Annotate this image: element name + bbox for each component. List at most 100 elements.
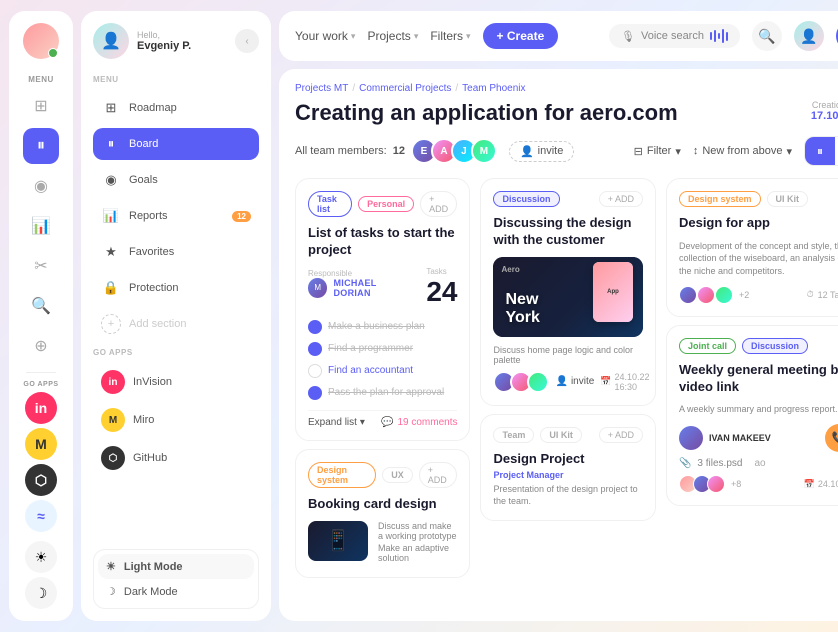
expand-list-btn[interactable]: Expand list ▾ — [308, 417, 365, 428]
mini-icon-grid[interactable]: ⊞ — [23, 88, 59, 124]
sidebar-item-favorites[interactable]: ★ Favorites — [93, 236, 259, 268]
add-tag-btn-2[interactable]: + ADD — [419, 462, 458, 488]
protection-icon: 🔒 — [101, 278, 121, 298]
add-tag-btn[interactable]: + ADD — [420, 191, 457, 217]
sidebar-go-apps-label: GO APPS — [93, 348, 259, 357]
calendar-icon: 📅 — [600, 376, 611, 387]
invite-button[interactable]: 👤 invite — [509, 141, 574, 162]
bar4 — [722, 29, 724, 43]
new-from-chevron: ▾ — [786, 145, 792, 158]
mini-icon-board[interactable]: ⏸ — [23, 128, 59, 164]
add-section-icon: + — [101, 314, 121, 334]
bar2 — [714, 30, 716, 42]
mic-icon: 🎙 — [621, 30, 635, 43]
sidebar-collapse-btn[interactable]: ‹ — [235, 29, 259, 53]
card-tags-1: Task list Personal + ADD — [308, 191, 457, 217]
bar5 — [726, 32, 728, 41]
booking-image: 📱 — [308, 521, 368, 561]
mini-icon-search[interactable]: 🔍 — [23, 288, 59, 324]
task-item-2: Find a programmer — [308, 338, 457, 360]
disc-invite-btn[interactable]: 👤 invite — [555, 376, 594, 387]
voice-search-label: Voice search — [641, 30, 704, 42]
weekly-card: Joint call Discussion Weekly general mee… — [666, 325, 838, 506]
filter-button[interactable]: ⊟ Filter ▾ — [634, 145, 681, 158]
list-view-btn[interactable]: ⏸ — [805, 137, 835, 165]
sidebar-item-reports[interactable]: 📊 Reports 12 — [93, 200, 259, 232]
breadcrumb-commercial[interactable]: Commercial Projects — [359, 83, 451, 94]
mini-app-other[interactable]: ≈ — [25, 500, 57, 532]
create-button[interactable]: + Create — [483, 23, 559, 49]
files-row: 📎 3 files.psd ao — [679, 458, 838, 469]
add-tag-dp[interactable]: + ADD — [599, 427, 643, 443]
sidebar-item-roadmap[interactable]: ⊞ Roadmap — [93, 92, 259, 124]
booking-desc1: Discuss and make a working prototype — [378, 521, 457, 541]
mini-app-invision[interactable]: in — [25, 392, 57, 424]
task-check-2 — [308, 342, 322, 356]
invision-icon: in — [101, 370, 125, 394]
mini-app-miro[interactable]: M — [25, 428, 57, 460]
task-item-3: Find an accountant — [308, 360, 457, 382]
add-tag-disc[interactable]: + ADD — [599, 191, 643, 207]
mini-icon-add[interactable]: ⊕ — [23, 328, 59, 364]
nav-projects[interactable]: Projects ▾ — [367, 29, 418, 43]
goals-icon: ◉ — [101, 170, 121, 190]
sidebar-app-github[interactable]: ⬡ GitHub — [93, 441, 259, 475]
expand-row: Expand list ▾ 💬 19 comments — [308, 410, 457, 428]
view-toggle: ⏸ ⊞ — [804, 136, 838, 166]
new-from-label: New from above — [702, 145, 782, 157]
filters-label: Filters — [430, 29, 463, 43]
phone-mockup: App — [593, 262, 633, 322]
dark-mode-item[interactable]: ☽ Dark Mode — [98, 579, 254, 604]
call-button[interactable]: 📞 — [825, 424, 838, 452]
disc-date-val: 24.10.22 16:30 — [615, 372, 650, 392]
comments-btn[interactable]: 💬 19 comments — [381, 417, 457, 428]
sidebar-item-protection[interactable]: 🔒 Protection — [93, 272, 259, 304]
mini-icon-cut[interactable]: ✂ — [23, 248, 59, 284]
your-work-label: Your work — [295, 29, 348, 43]
disc-av-3 — [527, 371, 549, 393]
responsible-name: MICHAEL DORIAN — [333, 278, 414, 298]
tag-joint-call: Joint call — [679, 338, 736, 354]
protection-label: Protection — [129, 282, 179, 294]
new-from-button[interactable]: ↕ New from above ▾ — [693, 145, 792, 158]
mini-dark-mode[interactable]: ☽ — [25, 577, 57, 609]
mini-light-mode[interactable]: ☀ — [25, 541, 57, 573]
ivan-name: IVAN MAKEEV — [709, 433, 771, 443]
disc-date: 📅 24.10.22 16:30 — [600, 372, 649, 392]
roadmap-label: Roadmap — [129, 102, 177, 114]
task-list-title: List of tasks to start the project — [308, 225, 457, 259]
task-check-4 — [308, 386, 322, 400]
breadcrumb-projects-mt[interactable]: Projects MT — [295, 83, 348, 94]
sidebar-item-goals[interactable]: ◉ Goals — [93, 164, 259, 196]
nav-filters[interactable]: Filters ▾ — [430, 29, 470, 43]
discussion-card: Discussion + ADD Discussing the design w… — [480, 178, 655, 406]
sidebar-item-board[interactable]: ⏸ Board — [93, 128, 259, 160]
sidebar-add-section[interactable]: + Add section — [93, 308, 259, 340]
dp-desc: Presentation of the design project to th… — [493, 483, 642, 508]
mini-app-github[interactable]: ⬡ — [25, 464, 57, 496]
breadcrumb-team[interactable]: Team Phoenix — [462, 83, 525, 94]
light-mode-item[interactable]: ☀ Light Mode — [98, 554, 254, 579]
da-av-3 — [715, 286, 733, 304]
wm-title: Weekly general meeting by video link — [679, 362, 838, 396]
sidebar-app-invision[interactable]: in InVision — [93, 365, 259, 399]
task-text-2: Find a programmer — [328, 343, 413, 354]
task-list-card: Task list Personal + ADD List of tasks t… — [295, 178, 470, 441]
sidebar-app-miro[interactable]: M Miro — [93, 403, 259, 437]
sort-icon: ↕ — [693, 145, 699, 157]
da-title: Design for app — [679, 215, 838, 232]
mini-icon-goals[interactable]: ◉ — [23, 168, 59, 204]
search-button[interactable]: 🔍 — [752, 21, 782, 51]
project-meta: All team members: 12 E A J M 👤 invite ⊟ — [295, 136, 838, 166]
expand-chevron: ▾ — [360, 417, 365, 428]
ivan-row: IVAN MAKEEV 📞 — [679, 424, 838, 452]
user-avatar-btn[interactable]: 👤 — [794, 21, 824, 51]
breadcrumb-sep2: / — [455, 83, 458, 94]
nav-your-work[interactable]: Your work ▾ — [295, 29, 355, 43]
creation-date-value: 17.10.2022 — [811, 110, 838, 122]
mini-icon-reports[interactable]: 📊 — [23, 208, 59, 244]
voice-search[interactable]: 🎙 Voice search — [609, 24, 740, 48]
disc-title: Discussing the design with the customer — [493, 215, 642, 249]
creation-date: Creation date 17.10.2022 — [811, 100, 838, 122]
task-text-3[interactable]: Find an accountant — [328, 365, 413, 376]
